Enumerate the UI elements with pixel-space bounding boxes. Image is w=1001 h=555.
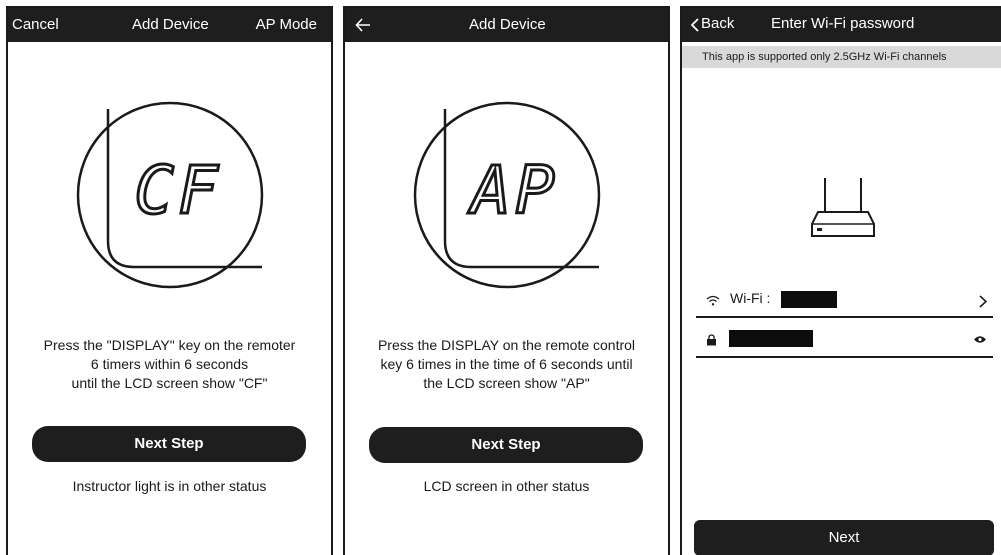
wifi-select-row[interactable]: Wi-Fi : <box>696 286 993 318</box>
top-bar: Add Device <box>345 8 668 42</box>
ap-mode-button[interactable]: AP Mode <box>256 16 317 33</box>
lcd-text: AP <box>467 152 558 229</box>
top-bar: Cancel Add Device AP Mode <box>8 8 331 42</box>
lcd-illustration: AP <box>413 101 601 289</box>
top-bar: Back Enter Wi-Fi password <box>682 8 1001 42</box>
back-button[interactable]: Back <box>701 15 734 32</box>
wifi-ssid-redacted <box>781 291 837 308</box>
instructions: Press the DISPLAY on the remote control … <box>345 336 668 393</box>
chevron-left-icon[interactable] <box>690 18 699 32</box>
password-row[interactable] <box>696 324 993 358</box>
page-title: Enter Wi-Fi password <box>771 15 915 32</box>
next-step-button[interactable]: Next Step <box>369 427 643 463</box>
lcd-display-icon: AP <box>413 101 601 289</box>
notice-banner: This app is supported only 2.5GHz Wi-Fi … <box>682 46 1001 68</box>
arrow-left-icon[interactable] <box>355 18 371 32</box>
page-title: Add Device <box>469 16 546 33</box>
screen-ap-mode-ap: Add Device AP Press the DISPLAY on the r… <box>343 6 670 555</box>
wifi-icon <box>706 295 720 306</box>
instruction-line: the LCD screen show "AP" <box>423 375 590 391</box>
screen-wifi-password: Back Enter Wi-Fi password This app is su… <box>680 6 1001 555</box>
instruction-line: 6 timers within 6 seconds <box>90 356 249 372</box>
wifi-label: Wi-Fi : <box>730 290 771 306</box>
lcd-text: CF <box>134 152 221 229</box>
router-icon <box>811 178 875 237</box>
lock-icon <box>707 334 716 346</box>
instruction-line: Press the DISPLAY on the remote control <box>377 337 636 353</box>
lcd-display-icon: CF <box>76 101 264 289</box>
other-status-link[interactable]: LCD screen in other status <box>345 478 668 494</box>
password-input-redacted[interactable] <box>729 330 813 347</box>
next-step-button[interactable]: Next Step <box>32 426 306 462</box>
screen-ap-mode-cf: Cancel Add Device AP Mode CF Press the "… <box>6 6 333 555</box>
page-title: Add Device <box>132 16 209 33</box>
instruction-line: key 6 times in the time of 6 seconds unt… <box>380 356 633 372</box>
eye-icon[interactable] <box>973 335 987 344</box>
next-button[interactable]: Next <box>694 520 994 555</box>
instruction-line: until the LCD screen show "CF" <box>71 375 268 391</box>
instruction-line: Press the "DISPLAY" key on the remoter <box>43 337 296 353</box>
chevron-right-icon[interactable] <box>979 295 987 308</box>
cancel-button[interactable]: Cancel <box>12 16 59 33</box>
other-status-link[interactable]: Instructor light is in other status <box>8 478 331 494</box>
instructions: Press the "DISPLAY" key on the remoter 6… <box>8 336 331 393</box>
lcd-illustration: CF <box>76 101 264 289</box>
